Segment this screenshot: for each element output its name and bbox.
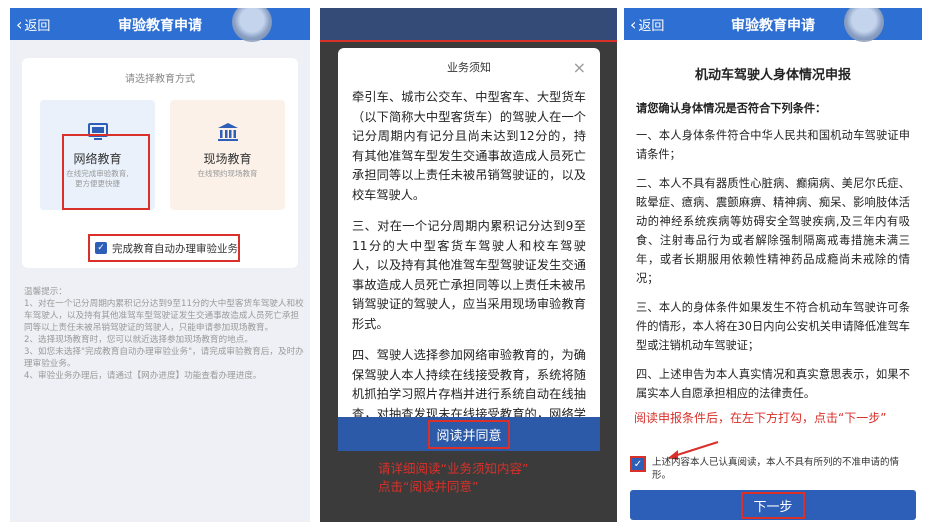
choose-hint: 请选择教育方式 <box>125 74 195 85</box>
top-bar-dimmed <box>320 8 617 40</box>
network-option-highlight <box>62 134 150 210</box>
checkbox-checked-icon[interactable]: ✓ <box>95 242 107 254</box>
floating-assist-icon[interactable] <box>844 8 884 42</box>
next-step-button[interactable]: 下一步 <box>741 491 805 519</box>
red-divider <box>320 40 617 42</box>
notice-text: 牵引车、城市公交车、中型客车、大型货车（以下简称大中型客货车）的驾驶人在一个记分… <box>338 88 600 448</box>
business-notice-screen: 业务须知 × 牵引车、城市公交车、中型客车、大型货车（以下简称大中型客货车）的驾… <box>320 8 617 522</box>
notice-modal: 业务须知 × 牵引车、城市公交车、中型客车、大型货车（以下简称大中型客货车）的驾… <box>338 48 600 448</box>
notice-paragraph: 三、对在一个记分周期内累积记分达到9至11分的大中型客货车驾驶人和校车驾驶人，以… <box>352 219 586 331</box>
tips-line: 1、对在一个记分周期内累积记分达到9至11分的大中型客货车驾驶人和校车驾驶人，以… <box>24 299 304 333</box>
building-icon <box>217 123 238 141</box>
declaration-item: 三、本人的身体条件如果发生不符合机动车驾驶许可条件的情形，本人将在30日内向公安… <box>636 301 910 352</box>
declaration-item: 二、本人不具有器质性心脏病、癫痫病、美尼尔氏症、眩晕症、癔病、震颤麻痹、精神病、… <box>636 177 910 285</box>
declaration-item: 四、上述申告为本人真实情况和真实意思表示，如果不属实本人自愿承担相应的法律责任。 <box>636 368 910 400</box>
tips-line: 2、选择现场教育时，您可以就近选择参加现场教育的地点。 <box>24 335 253 345</box>
agree-bar: 阅读并同意 <box>338 417 600 451</box>
close-icon[interactable]: × <box>573 48 586 88</box>
declaration-title: 机动车驾驶人身体情况申报 <box>694 68 851 83</box>
top-bar: ‹ 返回 审验教育申请 <box>624 8 922 42</box>
read-and-agree-button[interactable]: 阅读并同意 <box>428 419 510 449</box>
site-education-sub: 在线预约现场教育 <box>197 169 258 178</box>
next-bar: 下一步 <box>630 490 916 520</box>
top-bar: ‹ 返回 审验教育申请 <box>10 8 310 42</box>
annotation-note: 阅读申报条件后，在左下方打勾，点击“下一步” <box>634 411 887 425</box>
confirm-row[interactable]: ✓ 上述内容本人已认真阅读，本人不具有所列的不准申请的情形。 <box>630 456 916 482</box>
tips-line: 4、审验业务办理后，请通过【网办进度】功能查看办理进度。 <box>24 371 262 381</box>
declaration-question: 请您确认身体情况是否符合下列条件： <box>636 102 827 115</box>
education-method-screen: ‹ 返回 审验教育申请 请选择教育方式 网络教育 在线完成审验教育, 更方便更快… <box>10 8 310 522</box>
site-education-label: 现场教育 <box>203 152 252 166</box>
auto-process-label: 完成教育自动办理审验业务 <box>112 242 238 255</box>
floating-assist-icon[interactable] <box>232 8 272 42</box>
annotation-line: 点击“阅读并同意” <box>378 479 479 494</box>
tips-line: 3、如您未选择"完成教育自动办理审验业务"，请完成审验教育后，及时办理审验业务。 <box>24 347 304 369</box>
auto-process-checkbox-row[interactable]: ✓ 完成教育自动办理审验业务 <box>88 234 240 262</box>
health-declaration-screen: ‹ 返回 审验教育申请 机动车驾驶人身体情况申报 请您确认身体情况是否符合下列条… <box>624 8 922 522</box>
annotation-note: 请详细阅读“业务须知内容” 点击“阅读并同意” <box>378 460 528 496</box>
declaration-body: 请您确认身体情况是否符合下列条件： 一、本人身体条件符合中华人民共和国机动车驾驶… <box>624 99 922 403</box>
tips-line: 温馨提示： <box>24 287 67 297</box>
site-education-option[interactable]: 现场教育 在线预约现场教育 <box>170 100 285 210</box>
screenshot-collage: ‹ 返回 审验教育申请 请选择教育方式 网络教育 在线完成审验教育, 更方便更快… <box>0 0 932 532</box>
tips-section: 温馨提示： 1、对在一个记分周期内累积记分达到9至11分的大中型客货车驾驶人和校… <box>24 286 304 382</box>
checkbox-checked-icon[interactable]: ✓ <box>630 456 646 472</box>
declaration-item: 一、本人身体条件符合中华人民共和国机动车驾驶证申请条件； <box>636 129 910 161</box>
notice-paragraph: 牵引车、城市公交车、中型客车、大型货车（以下简称大中型客货车）的驾驶人在一个记分… <box>352 90 586 202</box>
annotation-line: 请详细阅读“业务须知内容” <box>378 461 529 476</box>
confirm-text: 上述内容本人已认真阅读，本人不具有所列的不准申请的情形。 <box>652 457 900 481</box>
modal-title: 业务须知 <box>447 61 491 74</box>
